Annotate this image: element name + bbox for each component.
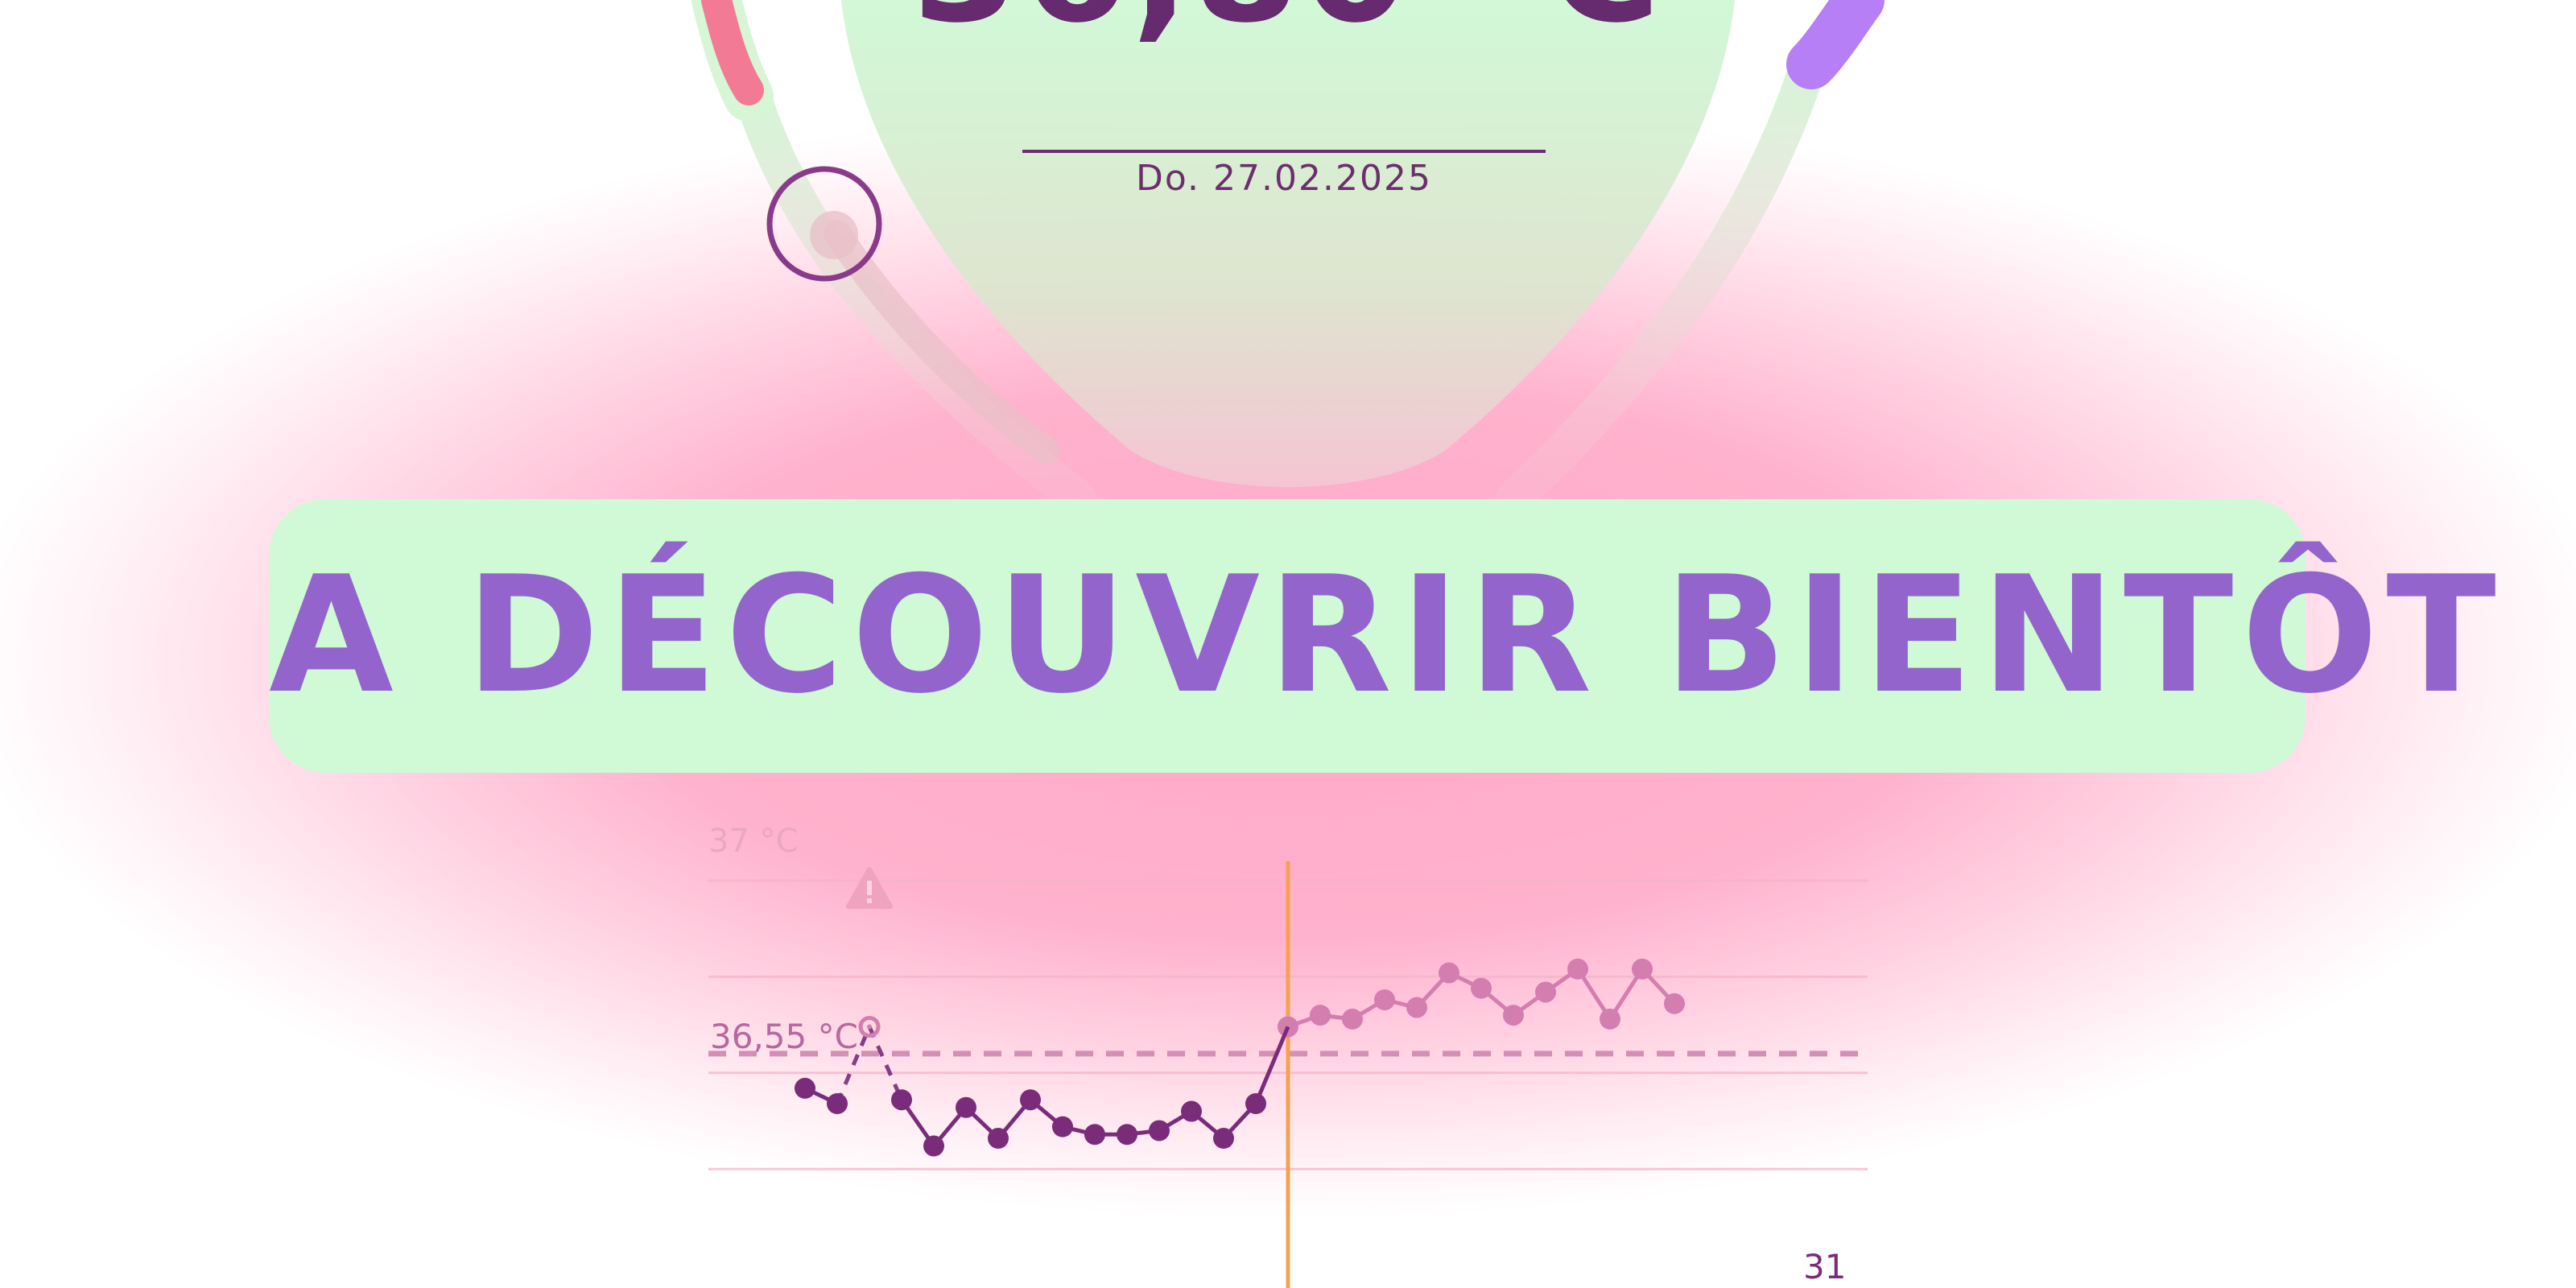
corner-label: 31 [1803, 1247, 1846, 1286]
data-point[interactable] [1503, 1005, 1524, 1026]
data-point[interactable] [1342, 1008, 1363, 1030]
data-point[interactable] [923, 1135, 944, 1157]
data-point[interactable] [956, 1096, 976, 1118]
data-point[interactable] [1181, 1100, 1202, 1122]
coverline-label: 36,55 °C [710, 1017, 858, 1056]
app-screen: 36,80 °C Do. 27.02.2025 A DÉCOUVRIR BIEN… [0, 0, 2576, 1288]
data-point[interactable] [1632, 958, 1653, 980]
y-label-37: 37 °C [708, 823, 799, 860]
excluded-connector [867, 1026, 904, 1101]
data-point[interactable] [1117, 1124, 1137, 1146]
temperature-chart: 37 °C 36,55 °C 31 [708, 823, 1868, 1288]
data-point[interactable] [891, 1089, 912, 1111]
data-point[interactable] [1535, 981, 1556, 1003]
data-point[interactable] [1439, 962, 1459, 984]
data-point[interactable] [1310, 1005, 1331, 1026]
data-point[interactable] [1406, 997, 1427, 1018]
data-point[interactable] [1020, 1089, 1041, 1111]
data-point[interactable] [795, 1077, 815, 1099]
series-line [899, 1097, 1257, 1149]
data-point[interactable] [1471, 977, 1492, 999]
excluded-point-dot [867, 1024, 872, 1030]
series-bridge [1253, 1026, 1290, 1104]
data-point[interactable] [1084, 1124, 1105, 1146]
data-point[interactable] [1567, 958, 1588, 980]
data-point[interactable] [1052, 1116, 1073, 1137]
data-point[interactable] [988, 1128, 1009, 1149]
data-point[interactable] [1374, 989, 1395, 1010]
data-point[interactable] [1600, 1008, 1620, 1030]
data-point[interactable] [827, 1093, 848, 1114]
data-point[interactable] [1213, 1128, 1234, 1149]
data-point[interactable] [1149, 1120, 1170, 1141]
chart-series [795, 958, 1685, 1157]
warning-triangle-icon [846, 867, 893, 909]
data-point[interactable] [1664, 993, 1685, 1014]
